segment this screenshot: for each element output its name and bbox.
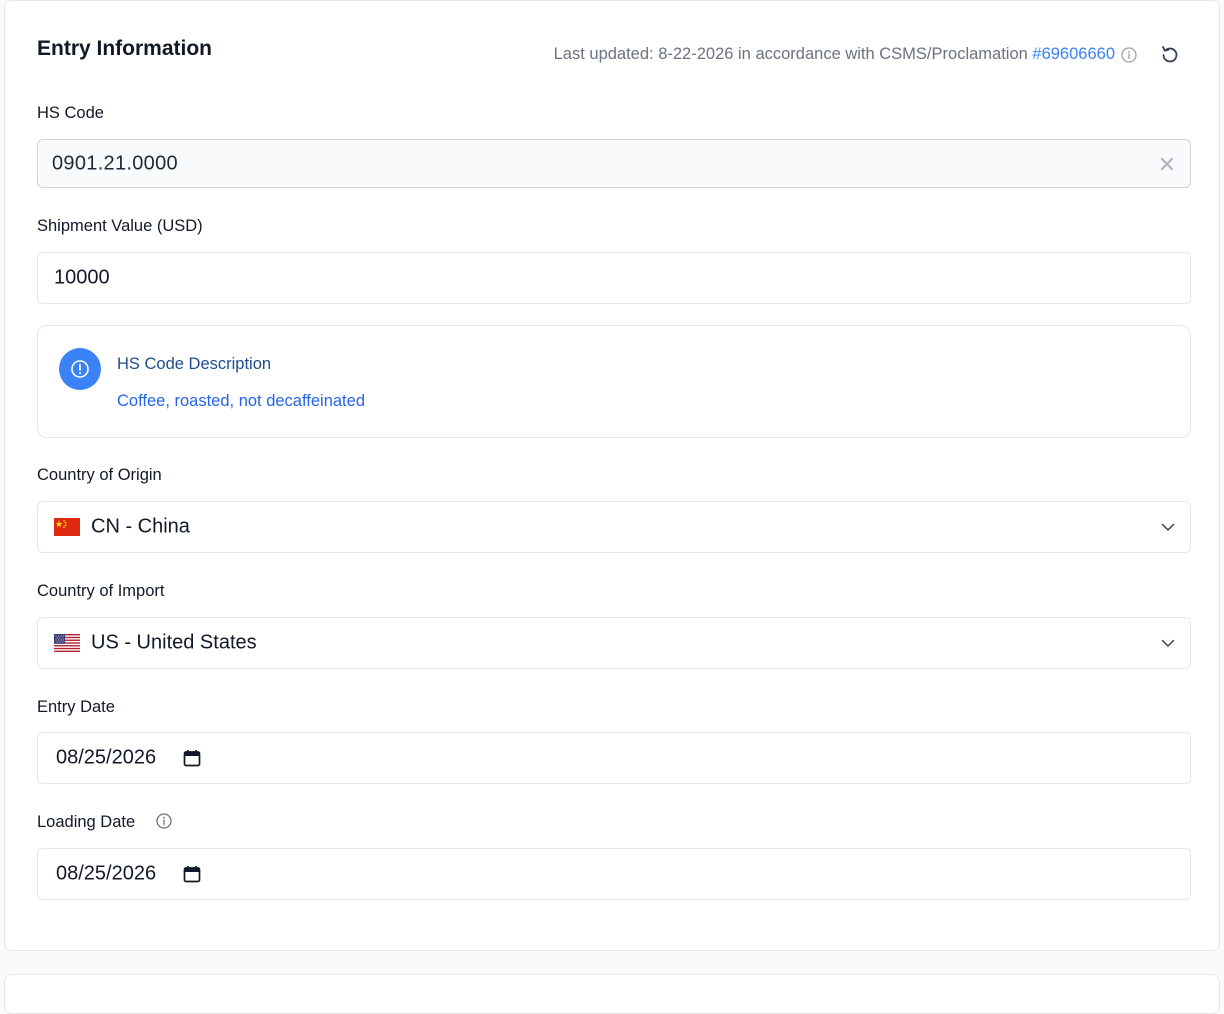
close-icon[interactable] [1158, 155, 1176, 173]
entry-information-card: Entry Information Last updated: 8-22-202… [4, 0, 1220, 951]
shipment-value-label: Shipment Value (USD) [37, 217, 203, 235]
country-of-import-value: US - United States [91, 631, 257, 654]
hs-code-label: HS Code [37, 104, 104, 122]
calendar-icon[interactable] [183, 865, 201, 883]
calendar-icon[interactable] [183, 749, 201, 767]
hs-code-description-notice: HS Code Description Coffee, roasted, not… [37, 325, 1191, 438]
alert-circle-icon [59, 348, 101, 390]
section-title: Entry Information [37, 37, 213, 60]
refresh-icon [1158, 46, 1182, 70]
entry-date-input[interactable]: 08/25/2026 [37, 732, 1191, 784]
loading-date-label: Loading Date [37, 813, 136, 831]
us-flag-icon [54, 634, 80, 652]
hs-code-value: 0901.21.0000 [52, 152, 178, 174]
notice-description: Coffee, roasted, not decaffeinated [117, 392, 365, 410]
shipment-value-input[interactable]: 10000 [37, 252, 1191, 304]
last-updated-prefix: Last updated: 8-22-2026 in accordance wi… [553, 45, 1033, 63]
country-of-origin-value: CN - China [91, 515, 190, 538]
country-of-import-label: Country of Import [37, 582, 165, 600]
shipment-value-value: 10000 [54, 266, 110, 289]
loading-date-input[interactable]: 08/25/2026 [37, 848, 1191, 900]
country-of-origin-select[interactable]: CN - China [37, 501, 1191, 553]
last-updated-text: Last updated: 8-22-2026 in accordance wi… [554, 45, 1115, 64]
next-section-card [4, 974, 1220, 1014]
entry-date-value: 08/25/2026 [56, 746, 157, 769]
info-icon[interactable] [156, 813, 172, 829]
proclamation-link[interactable]: #69606660 [1032, 45, 1115, 63]
loading-date-value: 08/25/2026 [56, 862, 157, 885]
refresh-button[interactable] [1158, 43, 1182, 67]
chevron-down-icon [1160, 519, 1176, 535]
entry-date-label: Entry Date [37, 698, 115, 716]
chevron-down-icon [1160, 635, 1176, 651]
hs-code-input[interactable]: 0901.21.0000 [37, 139, 1191, 188]
country-of-origin-label: Country of Origin [37, 466, 162, 484]
info-icon[interactable] [1121, 47, 1137, 63]
notice-title: HS Code Description [117, 355, 272, 373]
country-of-import-select[interactable]: US - United States [37, 617, 1191, 669]
china-flag-icon [54, 518, 80, 536]
